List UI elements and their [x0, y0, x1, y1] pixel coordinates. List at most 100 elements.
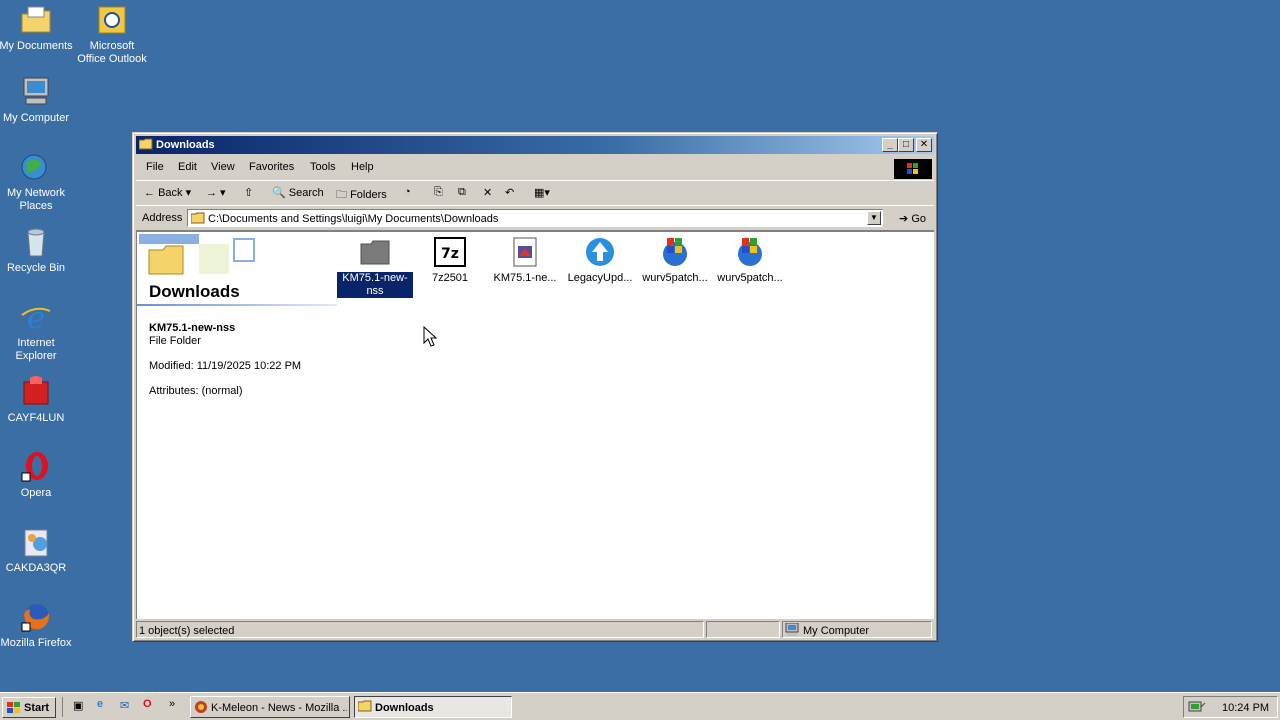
- close-button[interactable]: ✕: [916, 138, 932, 152]
- svg-text:7z: 7z: [441, 246, 459, 262]
- forward-button[interactable]: → ▾: [206, 186, 226, 199]
- folder-icon: [358, 700, 372, 715]
- file-item[interactable]: 7z 7z2501: [412, 236, 488, 285]
- move-to-icon[interactable]: ⎘: [434, 186, 443, 199]
- file-item[interactable]: LegacyUpd...: [562, 236, 638, 285]
- search-button[interactable]: 🔍 Search: [272, 186, 324, 199]
- taskbar-button-kmeleon[interactable]: K-Meleon - News - Mozilla ...: [190, 696, 350, 718]
- file-item[interactable]: KM75.1-ne...: [487, 236, 563, 285]
- system-tray: 10:24 PM: [1183, 696, 1278, 718]
- back-button[interactable]: ← Back ▾: [144, 186, 191, 199]
- delete-icon[interactable]: ✕: [483, 186, 492, 199]
- chevron-right-icon[interactable]: »: [169, 698, 175, 710]
- desktop-icon-opera[interactable]: Opera: [0, 451, 74, 500]
- file-label: KM75.1-ne...: [493, 272, 557, 284]
- window-title: Downloads: [156, 139, 215, 151]
- network-places-icon: [20, 151, 52, 183]
- selected-item-attributes: Attributes: (normal): [149, 385, 243, 397]
- my-computer-icon: [785, 622, 799, 639]
- folder-icon: [138, 138, 153, 150]
- up-folder-icon[interactable]: ⇧: [244, 186, 253, 199]
- status-selection: 1 object(s) selected: [136, 621, 704, 638]
- show-desktop-icon[interactable]: ▣: [73, 699, 83, 712]
- folder-icon: [359, 236, 391, 268]
- title-bar[interactable]: Downloads _ □ ✕: [136, 136, 934, 154]
- desktop-icon-network-places[interactable]: My Network Places: [0, 151, 74, 213]
- desktop-icon-my-documents[interactable]: My Documents: [0, 4, 74, 53]
- address-value: C:\Documents and Settings\luigi\My Docum…: [208, 213, 499, 225]
- webview-divider: [137, 304, 337, 306]
- outlook-express-icon[interactable]: ✉: [120, 699, 129, 712]
- selected-item-modified: Modified: 11/19/2025 10:22 PM: [149, 360, 302, 372]
- desktop-icon-internet-explorer[interactable]: e Internet Explorer: [0, 301, 74, 363]
- desktop-icon-my-computer[interactable]: My Computer: [0, 76, 74, 125]
- menu-view[interactable]: View: [211, 161, 235, 173]
- opera-icon: [20, 451, 52, 483]
- menu-file[interactable]: File: [146, 161, 164, 173]
- file-label: KM75.1-new-nss: [337, 272, 413, 298]
- desktop-icon-cakda3qr[interactable]: CAKDA3QR: [0, 526, 74, 575]
- app-shortcut-icon: [20, 376, 52, 408]
- internet-explorer-icon[interactable]: e: [97, 698, 103, 710]
- undo-icon[interactable]: ↶: [505, 186, 514, 199]
- menu-help[interactable]: Help: [351, 161, 374, 173]
- start-button[interactable]: Start: [2, 697, 56, 718]
- explorer-window: Downloads _ □ ✕ File Edit View Favorites…: [132, 132, 938, 642]
- menu-bar: File Edit View Favorites Tools Help: [136, 157, 934, 179]
- kmeleon-icon: [194, 700, 208, 717]
- standard-toolbar: ← Back ▾ → ▾ ⇧ 🔍 Search 🗀 Folders ◔ ⎘ ⧉ …: [136, 180, 934, 206]
- my-documents-icon: [20, 4, 52, 36]
- menu-tools[interactable]: Tools: [310, 161, 336, 173]
- windows-update-icon: [659, 236, 691, 268]
- address-input[interactable]: C:\Documents and Settings\luigi\My Docum…: [187, 209, 883, 227]
- views-icon[interactable]: ▦▾: [534, 186, 550, 199]
- folder-icon: [190, 212, 205, 227]
- network-icon[interactable]: [1188, 699, 1206, 718]
- address-dropdown-button[interactable]: ▼: [867, 211, 881, 225]
- desktop-icon-firefox[interactable]: Mozilla Firefox: [0, 601, 74, 650]
- installer-icon: [509, 236, 541, 268]
- desktop-icon-cayf4lun[interactable]: CAYF4LUN: [0, 376, 74, 425]
- file-label: wurv5patch...: [642, 272, 708, 284]
- history-icon[interactable]: ◔: [404, 186, 411, 198]
- folder-content: Downloads KM75.1-new-nss File Folder Mod…: [136, 231, 934, 619]
- outlook-icon: [96, 4, 128, 36]
- file-item[interactable]: KM75.1-new-nss: [337, 236, 413, 298]
- copy-to-icon[interactable]: ⧉: [458, 186, 466, 199]
- minimize-button[interactable]: _: [882, 138, 898, 152]
- desktop-icon-outlook[interactable]: Microsoft Office Outlook: [74, 4, 150, 66]
- desktop-icon-recycle-bin[interactable]: Recycle Bin: [0, 226, 74, 275]
- address-label: Address: [142, 212, 183, 224]
- file-label: wurv5patch...: [717, 272, 783, 284]
- folders-button[interactable]: 🗀 Folders: [336, 186, 387, 205]
- webview-title: Downloads: [149, 282, 240, 301]
- windows-logo-icon: [6, 701, 22, 718]
- maximize-button[interactable]: □: [898, 138, 914, 152]
- menu-favorites[interactable]: Favorites: [249, 161, 294, 173]
- go-button[interactable]: ➔ Go: [899, 212, 926, 225]
- clock[interactable]: 10:24 PM: [1222, 702, 1269, 714]
- opera-icon[interactable]: O: [143, 698, 152, 710]
- 7zip-icon: 7z: [434, 236, 466, 268]
- webview-folder-graphic: [139, 234, 259, 282]
- windows-logo-icon: [894, 159, 932, 179]
- menu-edit[interactable]: Edit: [178, 161, 197, 173]
- status-bar: 1 object(s) selected My Computer: [136, 620, 934, 638]
- internet-explorer-icon: e: [20, 301, 52, 336]
- selected-item-name: KM75.1-new-nss: [149, 322, 236, 334]
- quick-launch: ▣ e ✉ O »: [62, 697, 183, 717]
- legacy-update-icon: [584, 236, 616, 268]
- control-panel-icon: [20, 526, 52, 558]
- selected-item-type: File Folder: [149, 335, 201, 347]
- windows-update-icon: [734, 236, 766, 268]
- file-label: 7z2501: [431, 272, 469, 284]
- address-bar: Address C:\Documents and Settings\luigi\…: [136, 205, 934, 231]
- svg-text:e: e: [27, 301, 45, 333]
- my-computer-icon: [20, 76, 52, 108]
- file-item[interactable]: wurv5patch...: [637, 236, 713, 285]
- status-size: [706, 621, 780, 638]
- recycle-bin-icon: [20, 226, 52, 258]
- taskbar-button-downloads[interactable]: Downloads: [354, 696, 512, 718]
- file-item[interactable]: wurv5patch...: [712, 236, 788, 285]
- status-zone: My Computer: [782, 621, 932, 638]
